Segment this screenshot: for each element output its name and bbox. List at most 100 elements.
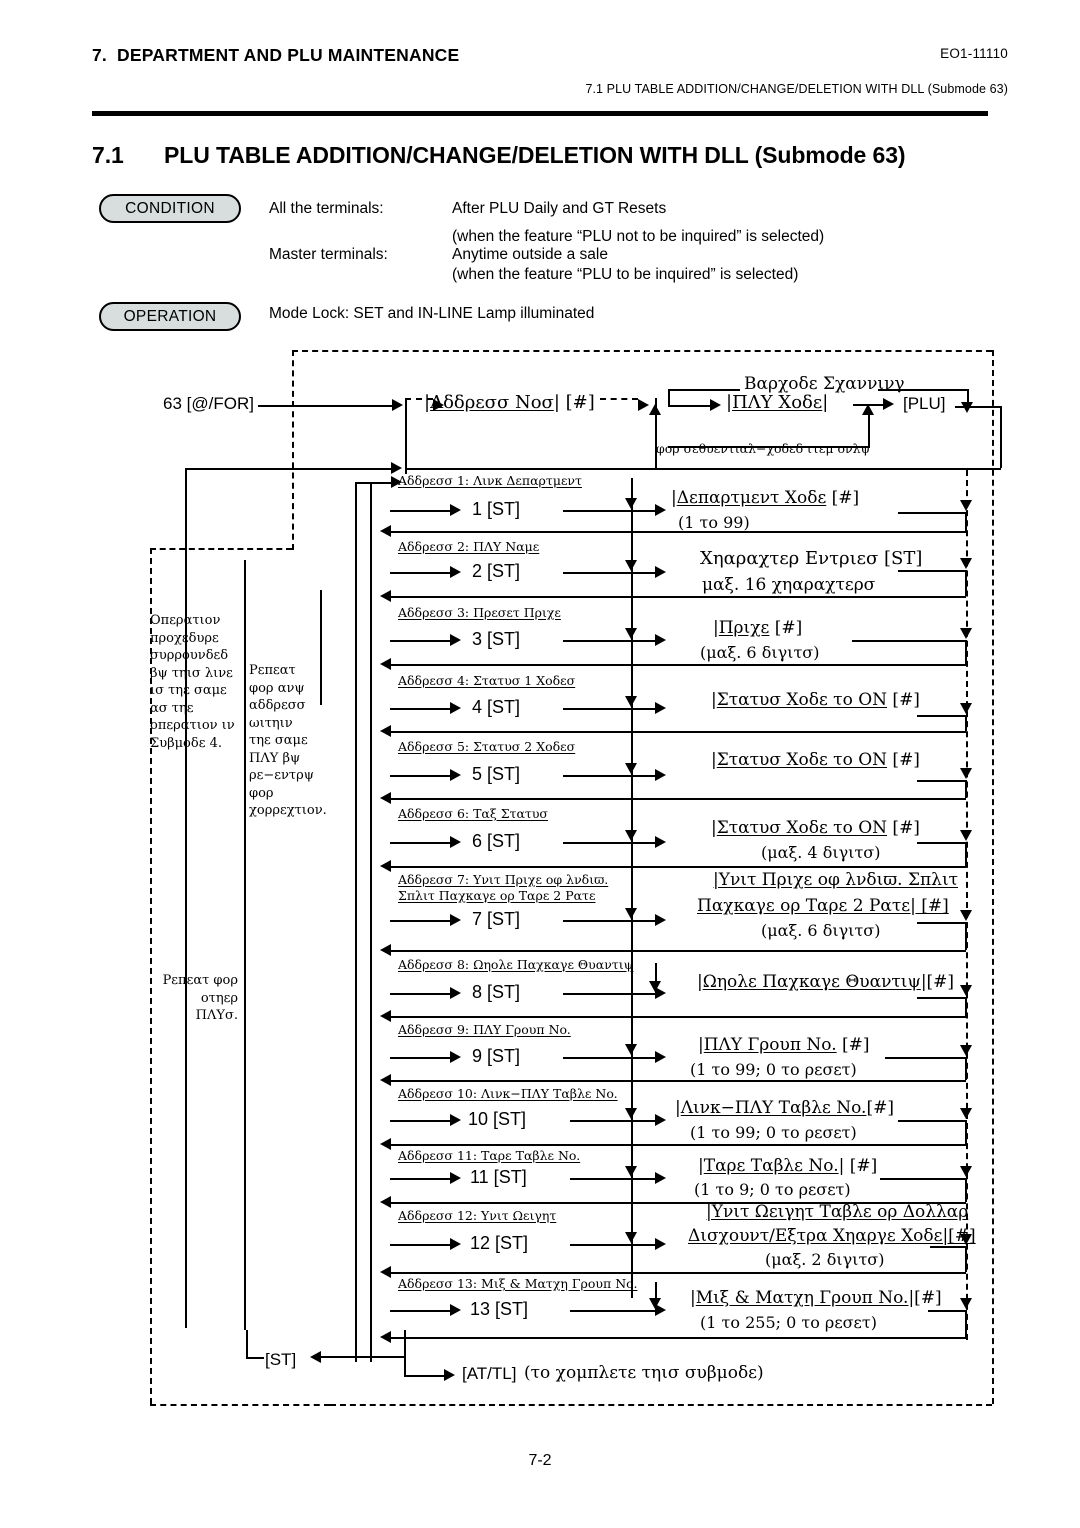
chart-boundary-bottom-left: [150, 1404, 330, 1406]
row-step-arrow: [450, 987, 461, 999]
row-guide-arrow-down: [625, 763, 637, 774]
line-final-st-drop: [246, 1330, 248, 1358]
row-guide-arrow-down: [625, 1108, 637, 1119]
line-rail-to-rows: [355, 482, 391, 485]
row-entry-field-line2: Δισχουντ/Εξτρα Χηαργε Χοδε|[#]: [688, 1226, 976, 1246]
row-line-to-entry: [563, 708, 655, 711]
note-repeat-other-plus: Ρεπεατ φορ οτηερ ΠΛΥσ.: [162, 973, 238, 1023]
row-guide-drop: [631, 612, 634, 628]
row-arrow-descent: [960, 1045, 972, 1056]
row-arrow-descent: [960, 985, 972, 996]
row-return-drop: [965, 1120, 967, 1144]
row-line-out-right: [898, 1120, 966, 1122]
row-return-line: [391, 664, 966, 667]
row-line-out-right: [917, 922, 966, 924]
row-guide-drop: [631, 1154, 634, 1166]
address-no-label: Αδδρεσσ Νοσ: [430, 392, 554, 413]
row-entry-tail: [#]: [887, 818, 920, 838]
row-step-key: 12 [ST]: [470, 1233, 529, 1253]
row-entry-arrow: [655, 769, 666, 781]
arrow-to-plu-code: [710, 399, 721, 411]
row-line-out-right: [917, 997, 966, 999]
final-st-key: [ST]: [265, 1350, 297, 1369]
row-step-line-in: [390, 920, 450, 923]
row-step-key: 5 [ST]: [472, 764, 521, 784]
row-address-label: Αδδρεσσ 10: Λινκ−ΠΛΥ Ταβλε No.: [398, 1086, 618, 1101]
row-line-to-entry: [563, 993, 655, 996]
row-entry-label: Ταρε Ταβλε No.: [703, 1156, 839, 1176]
row-step-arrow: [450, 914, 461, 926]
row-arrow-descent: [960, 768, 972, 779]
line-final-branch-left: [404, 1330, 406, 1357]
row-step-line-in: [390, 640, 450, 643]
note-box-mid-rule-b: [370, 482, 372, 1362]
row-arrow-descent: [960, 1298, 972, 1309]
chart-boundary-bottom: [330, 1404, 992, 1406]
line-left-feed: [185, 468, 391, 471]
row-entry-field: |Ωηολε Παχκαγε Θυαντιψ|[#]: [697, 972, 955, 992]
row-arrow-descent: [960, 830, 972, 841]
row-arrow-descent: [960, 910, 972, 921]
chart-boundary-top: [292, 350, 992, 352]
row-arrow-descent: [960, 1166, 972, 1177]
row-return-arrow: [380, 525, 391, 537]
chart-boundary-left-upper: [292, 350, 294, 550]
row-step-line-in: [390, 1310, 450, 1313]
row-line-out-right: [917, 842, 966, 844]
row-line-out-right: [917, 715, 966, 717]
barcode-scanning-label: Βαρχοδε Σχαννινγ: [744, 374, 905, 394]
row-step-key: 11 [ST]: [470, 1167, 527, 1187]
row-step-key: 8 [ST]: [472, 982, 521, 1002]
row-guide-arrow-down: [625, 696, 637, 707]
row-step-line-in: [390, 775, 450, 778]
row-return-arrow: [380, 792, 391, 804]
row-entry-tail: | [#]: [838, 1156, 878, 1176]
arrow-after-address-no: [638, 399, 649, 411]
row-return-arrow: [380, 944, 391, 956]
arrow-to-plu-key: [883, 398, 894, 410]
row-return-line: [391, 798, 966, 801]
row-line-out-right: [898, 570, 966, 572]
row-guide-arrow-down: [625, 498, 637, 509]
chart-boundary-left-jog: [150, 548, 292, 550]
row-step-key: 10 [ST]: [468, 1109, 527, 1129]
line-final-attl-in: [404, 1375, 444, 1378]
row-step-arrow: [450, 836, 461, 848]
row-step-key: 7 [ST]: [472, 909, 521, 929]
row-entry-field: |Λινκ−ΠΛΥ Ταβλε No.[#]: [675, 1098, 894, 1118]
row-step-line-in: [390, 1057, 450, 1060]
line-left-return-rail: [185, 468, 187, 1328]
dash-after-address-no: [600, 398, 638, 400]
row-entry-arrow: [655, 1238, 666, 1250]
row-step-arrow: [450, 504, 461, 516]
row-return-line: [391, 1080, 966, 1083]
row-entry-label: ΠΛΥ Γρουπ No.: [703, 1035, 837, 1055]
row-step-arrow: [450, 1304, 461, 1316]
row-line-to-entry: [563, 920, 655, 923]
row-entry-label: Δεπαρτμεντ Χοδε: [676, 488, 827, 508]
row-return-arrow: [380, 860, 391, 872]
plu-code-label: ΠΛΥ Χοδε: [732, 392, 823, 413]
row-address-label-line2: Σπλιτ Παχκαγε ορ Ταρε 2 Ρατε: [398, 888, 596, 903]
row-step-line-in: [390, 708, 450, 711]
row-return-drop: [965, 570, 967, 596]
row-return-drop: [965, 780, 967, 798]
row-entry-tail: |[#]: [908, 1288, 942, 1308]
arrow-final-attl: [444, 1369, 455, 1381]
row-address-label: Αδδρεσσ 7: Υνιτ Πριχε οφ λνδιϖ.: [398, 872, 609, 887]
arrow-up-plu-key: [862, 404, 874, 415]
row-return-line: [391, 1272, 966, 1275]
row-guide-drop: [631, 478, 634, 498]
row-return-line: [391, 531, 966, 534]
row-line-out-right: [928, 1310, 966, 1312]
row-return-line: [391, 731, 966, 734]
row-return-drop: [965, 715, 967, 731]
row-entry-arrow: [655, 1114, 666, 1126]
row-guide-arrow-down: [625, 560, 637, 571]
row-entry-range: (μαξ. 4 διγιτσ): [761, 843, 881, 862]
row-line-to-entry: [570, 1178, 655, 1181]
row-return-line: [391, 866, 966, 869]
row-entry-field: |Στατυσ Χοδε το ON [#]: [711, 750, 920, 770]
page-number: 7-2: [528, 1452, 552, 1469]
row-line-out-right: [898, 512, 966, 514]
